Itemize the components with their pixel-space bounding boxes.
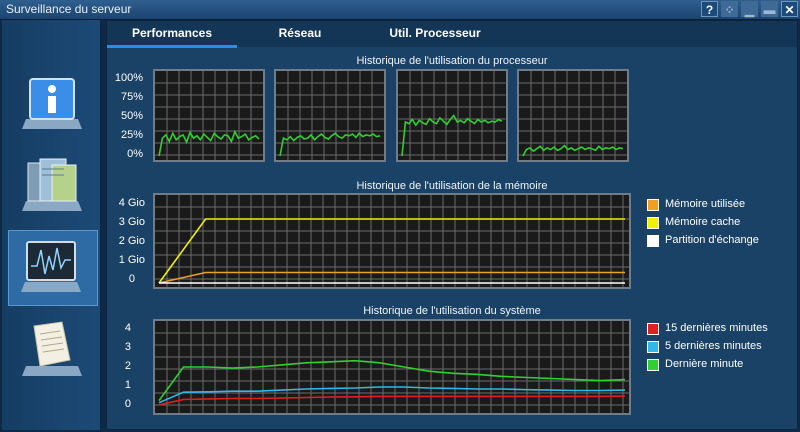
monitor-chart-icon: [21, 241, 81, 292]
document-icon: [22, 321, 82, 376]
info-icon: [22, 78, 82, 129]
series-line-cpu-core-3: [401, 114, 503, 157]
legend-label-swap: Partition d'échange: [665, 234, 759, 246]
legend-label-5min: 5 dernières minutes: [665, 340, 762, 352]
system-section-title: Historique de l'utilisation du système: [363, 305, 541, 317]
tab-reseau[interactable]: Réseau: [245, 21, 355, 45]
system-tick-0: 0: [124, 398, 131, 410]
memory-tick-0: 0: [128, 273, 135, 285]
legend-swatch-used: [647, 199, 659, 211]
minimize-button[interactable]: ▁: [741, 1, 758, 17]
cpu-tick-50: 50%: [120, 110, 143, 122]
legend-label-used: Mémoire utilisée: [665, 198, 746, 210]
window-controls: ? ⁘ ▁ ▬ ✕: [701, 1, 798, 17]
memory-chart: [153, 193, 631, 289]
title-bar: Surveillance du serveur ? ⁘ ▁ ▬ ✕: [0, 0, 800, 20]
cpu-tick-25: 25%: [120, 129, 143, 141]
legend-label-cache: Mémoire cache: [665, 216, 741, 228]
system-tick-1: 1: [124, 379, 131, 391]
legend-swatch-1min: [647, 359, 659, 371]
cpu-tick-100: 100%: [114, 72, 143, 84]
series-line-m-moire-utilis-e: [158, 271, 625, 284]
tab-bar: Performances Réseau Util. Processeur: [107, 21, 797, 48]
cpu-tick-75: 75%: [120, 91, 143, 103]
sidebar-item-information[interactable]: [10, 70, 94, 140]
cpu-core-1-plot: [155, 71, 263, 160]
legend-swatch-15min: [647, 323, 659, 335]
network-button[interactable]: ⁘: [721, 1, 738, 17]
legend-swatch-swap: [647, 235, 659, 247]
memory-section-title: Historique de l'utilisation de la mémoir…: [356, 180, 548, 192]
tab-performances[interactable]: Performances: [107, 21, 237, 48]
legend-swatch-5min: [647, 341, 659, 353]
sidebar-item-monitor[interactable]: [8, 230, 98, 306]
cpu-core-4-plot: [519, 71, 627, 160]
series-line-cpu-core-4: [522, 144, 624, 157]
cpu-core-3-chart: [396, 69, 508, 162]
sidebar: [2, 20, 101, 430]
system-tick-4: 4: [124, 322, 131, 334]
series-line-15-derni-res-minutes: [158, 395, 626, 406]
maximize-button[interactable]: ▬: [761, 1, 778, 17]
memory-tick-4: 4 Gio: [118, 197, 145, 209]
cpu-core-4-chart: [517, 69, 629, 162]
legend-label-1min: Dernière minute: [665, 358, 744, 370]
legend-label-15min: 15 dernières minutes: [665, 322, 768, 334]
cpu-tick-0: 0%: [127, 148, 143, 160]
close-button[interactable]: ✕: [781, 1, 798, 17]
memory-plot: [155, 195, 629, 287]
cpu-section-title: Historique de l'utilisation du processeu…: [356, 55, 548, 67]
series-line-cpu-core-1: [158, 129, 260, 157]
system-plot: [155, 321, 629, 413]
series-line-m-moire-cache: [158, 218, 625, 284]
cpu-core-2-plot: [276, 71, 384, 160]
system-chart: [153, 319, 631, 415]
system-tick-3: 3: [124, 341, 131, 353]
series-line-5-derni-res-minutes: [158, 386, 626, 404]
storage-icon: [22, 158, 82, 211]
cpu-core-2-chart: [274, 69, 386, 162]
legend-swatch-cache: [647, 217, 659, 229]
cpu-core-3-plot: [398, 71, 506, 160]
memory-tick-2: 2 Gio: [118, 235, 145, 247]
help-button[interactable]: ?: [701, 1, 718, 17]
sidebar-item-logs[interactable]: [10, 315, 94, 385]
window-title: Surveillance du serveur: [6, 2, 132, 16]
sidebar-item-storage[interactable]: [10, 150, 94, 220]
memory-tick-3: 3 Gio: [118, 216, 145, 228]
cpu-core-1-chart: [153, 69, 265, 162]
system-tick-2: 2: [124, 360, 131, 372]
memory-tick-1: 1 Gio: [118, 254, 145, 266]
tab-util-processeur[interactable]: Util. Processeur: [365, 21, 505, 45]
series-line-cpu-core-2: [279, 132, 381, 157]
main-panel: Performances Réseau Util. Processeur His…: [106, 20, 798, 430]
